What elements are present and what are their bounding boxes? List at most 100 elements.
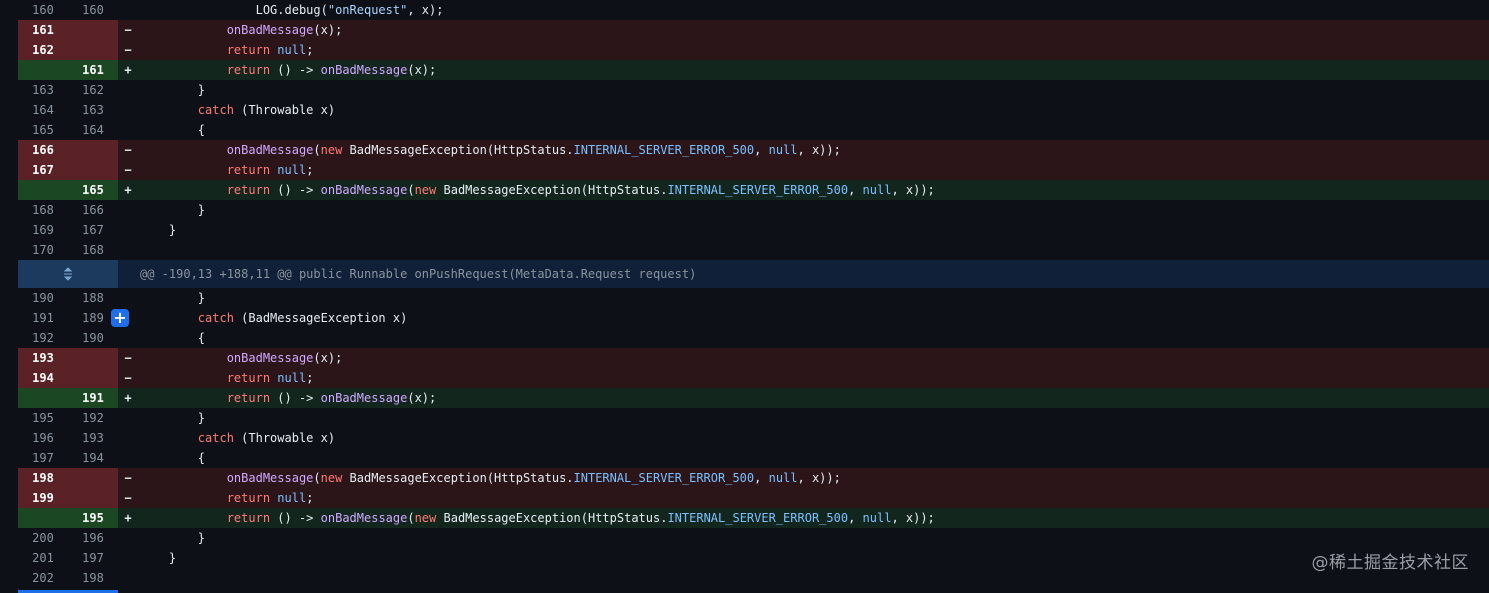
- old-line-number[interactable]: [18, 508, 68, 528]
- code-token: (x);: [407, 391, 437, 405]
- old-line-number[interactable]: 198: [18, 468, 68, 488]
- code-token: (x);: [313, 23, 343, 37]
- diff-line-deleted: 193 − onBadMessage(x);: [18, 348, 1489, 368]
- old-line-number[interactable]: 194: [18, 368, 68, 388]
- old-line-number[interactable]: 163: [18, 80, 68, 100]
- code-token: (x);: [313, 351, 343, 365]
- new-line-number[interactable]: [68, 160, 118, 180]
- old-line-number[interactable]: 165: [18, 120, 68, 140]
- code-line: return null;: [138, 160, 1489, 180]
- new-line-number[interactable]: 165: [68, 180, 118, 200]
- old-line-number[interactable]: 168: [18, 200, 68, 220]
- diff-marker: −: [124, 23, 132, 37]
- diff-line-context: 163 162 }: [18, 80, 1489, 100]
- code-token: BadMessageException(HttpStatus.: [436, 511, 668, 525]
- code-line: return null;: [138, 488, 1489, 508]
- new-line-number[interactable]: [68, 20, 118, 40]
- diff-marker: [118, 80, 138, 100]
- old-line-number[interactable]: 166: [18, 140, 68, 160]
- code-token: null: [862, 511, 892, 525]
- old-line-number[interactable]: 193: [18, 348, 68, 368]
- new-line-number[interactable]: [68, 468, 118, 488]
- old-line-number[interactable]: 162: [18, 40, 68, 60]
- new-line-number[interactable]: [68, 140, 118, 160]
- new-line-number[interactable]: [68, 40, 118, 60]
- diff-marker: +: [124, 511, 132, 525]
- new-line-number[interactable]: 188: [68, 288, 118, 308]
- diff-marker: [118, 448, 138, 468]
- code-line: onBadMessage(x);: [138, 20, 1489, 40]
- new-line-number[interactable]: 161: [68, 60, 118, 80]
- code-token: catch: [197, 431, 234, 445]
- new-line-number[interactable]: [68, 348, 118, 368]
- new-line-number[interactable]: 194: [68, 448, 118, 468]
- new-line-number[interactable]: 160: [68, 0, 118, 20]
- code-token: new: [320, 143, 343, 157]
- old-line-number[interactable]: 200: [18, 528, 68, 548]
- old-line-number[interactable]: 190: [18, 288, 68, 308]
- diff-line-context: 170 168: [18, 240, 1489, 260]
- code-token: catch: [197, 103, 234, 117]
- old-line-number[interactable]: 199: [18, 488, 68, 508]
- code-token: catch: [197, 311, 234, 325]
- diff-line-context: 197 194 {: [18, 448, 1489, 468]
- new-line-number[interactable]: 164: [68, 120, 118, 140]
- old-line-number[interactable]: 161: [18, 20, 68, 40]
- new-line-number[interactable]: 192: [68, 408, 118, 428]
- code-token: return: [226, 511, 271, 525]
- new-line-number[interactable]: 163: [68, 100, 118, 120]
- old-line-number[interactable]: 167: [18, 160, 68, 180]
- diff-marker: [118, 528, 138, 548]
- code-line: }: [138, 200, 1489, 220]
- code-token: (: [407, 183, 415, 197]
- new-line-number[interactable]: 162: [68, 80, 118, 100]
- code-token: , x));: [797, 143, 841, 157]
- new-line-number[interactable]: 166: [68, 200, 118, 220]
- old-line-number[interactable]: 160: [18, 0, 68, 20]
- code-token: null: [277, 371, 307, 385]
- code-line: {: [138, 328, 1489, 348]
- old-line-number[interactable]: 196: [18, 428, 68, 448]
- new-line-number[interactable]: 196: [68, 528, 118, 548]
- new-line-number[interactable]: 168: [68, 240, 118, 260]
- add-comment-button[interactable]: +: [111, 309, 129, 327]
- diff-line-added: 195 + return () -> onBadMessage(new BadMe…: [18, 508, 1489, 528]
- code-token: }: [140, 291, 206, 305]
- new-line-number[interactable]: [68, 488, 118, 508]
- old-line-number[interactable]: [18, 180, 68, 200]
- old-line-number[interactable]: 192: [18, 328, 68, 348]
- code-token: , x);: [407, 3, 444, 17]
- old-line-number[interactable]: 169: [18, 220, 68, 240]
- new-line-number[interactable]: [68, 368, 118, 388]
- code-token: return: [226, 163, 271, 177]
- diff-line-context: 192 190 {: [18, 328, 1489, 348]
- new-line-number[interactable]: 198: [68, 568, 118, 588]
- old-line-number[interactable]: 201: [18, 548, 68, 568]
- old-line-number[interactable]: [18, 388, 68, 408]
- old-line-number[interactable]: 191: [18, 308, 68, 328]
- old-line-number[interactable]: 202: [18, 568, 68, 588]
- code-line: return null;: [138, 40, 1489, 60]
- diff-marker: +: [124, 63, 132, 77]
- new-line-number[interactable]: 193: [68, 428, 118, 448]
- new-line-number[interactable]: 190: [68, 328, 118, 348]
- old-line-number[interactable]: 170: [18, 240, 68, 260]
- new-line-number[interactable]: 197: [68, 548, 118, 568]
- code-token: (: [313, 143, 321, 157]
- code-token: onBadMessage: [226, 23, 314, 37]
- diff-marker: −: [124, 491, 132, 505]
- old-line-number[interactable]: 164: [18, 100, 68, 120]
- expand-icon[interactable]: [18, 260, 118, 288]
- new-line-number[interactable]: 167: [68, 220, 118, 240]
- new-line-number[interactable]: 195: [68, 508, 118, 528]
- new-line-number[interactable]: 191: [68, 388, 118, 408]
- old-line-number[interactable]: 195: [18, 408, 68, 428]
- old-line-number[interactable]: 197: [18, 448, 68, 468]
- code-token: BadMessageException(HttpStatus.: [342, 471, 574, 485]
- old-line-number[interactable]: [18, 60, 68, 80]
